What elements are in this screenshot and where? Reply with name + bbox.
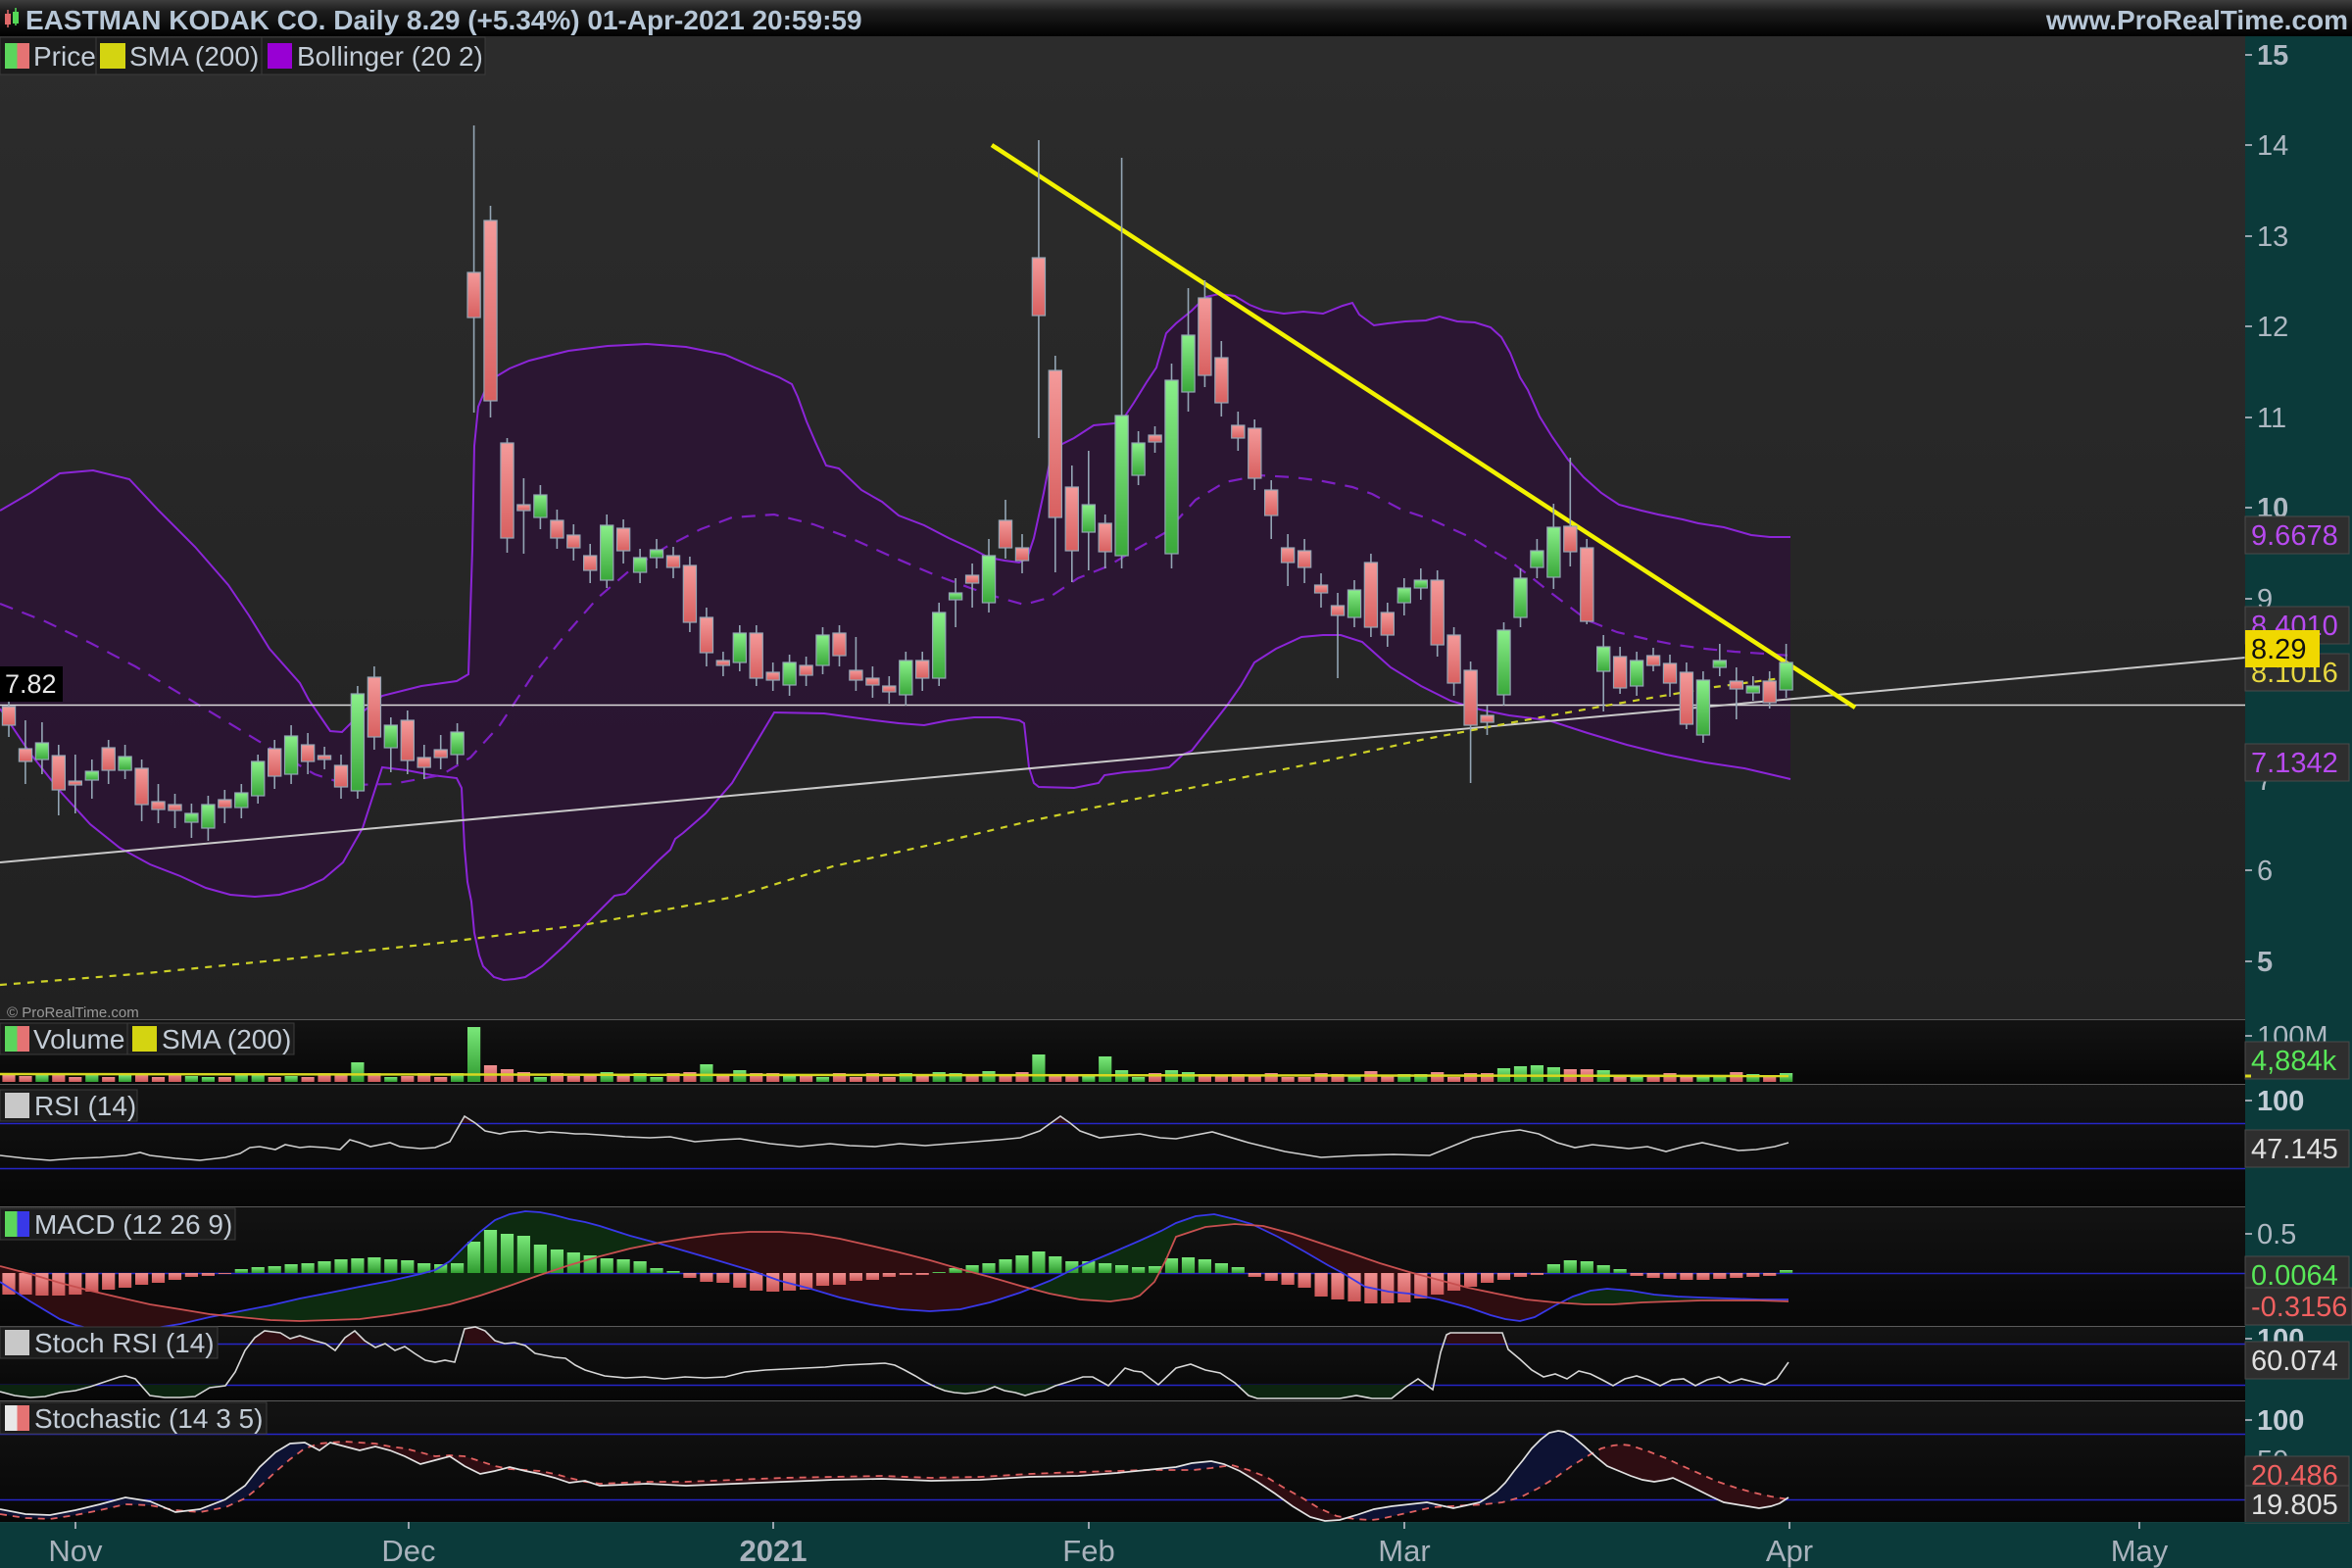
svg-text:May: May <box>2111 1534 2169 1568</box>
svg-text:7.1342: 7.1342 <box>2251 748 2338 779</box>
svg-text:14: 14 <box>2257 130 2288 162</box>
svg-text:19.805: 19.805 <box>2251 1490 2338 1521</box>
svg-text:Apr: Apr <box>1766 1534 1813 1568</box>
svg-text:Stochastic (14 3 5): Stochastic (14 3 5) <box>34 1403 263 1434</box>
svg-text:100: 100 <box>2257 1086 2304 1117</box>
svg-text:Nov: Nov <box>48 1534 103 1568</box>
svg-text:© ProRealTime.com: © ProRealTime.com <box>7 1004 139 1021</box>
svg-text:Dec: Dec <box>381 1534 435 1568</box>
svg-text:2021: 2021 <box>740 1534 808 1568</box>
svg-text:www.ProRealTime.com: www.ProRealTime.com <box>2045 5 2348 35</box>
svg-text:SMA (200): SMA (200) <box>129 41 259 72</box>
svg-text:11: 11 <box>2257 403 2286 434</box>
svg-text:12: 12 <box>2257 312 2288 343</box>
svg-text:SMA (200): SMA (200) <box>162 1024 291 1054</box>
svg-text:MACD (12 26 9): MACD (12 26 9) <box>34 1209 232 1240</box>
svg-text:-0.3156: -0.3156 <box>2251 1292 2347 1323</box>
svg-text:Feb: Feb <box>1062 1534 1114 1568</box>
svg-text:13: 13 <box>2257 221 2288 253</box>
svg-text:60.074: 60.074 <box>2251 1346 2338 1377</box>
svg-text:100: 100 <box>2257 1405 2304 1437</box>
svg-text:Price: Price <box>33 41 96 72</box>
svg-text:Volume: Volume <box>33 1024 124 1054</box>
svg-text:Mar: Mar <box>1378 1534 1430 1568</box>
svg-text:0.0064: 0.0064 <box>2251 1260 2338 1292</box>
svg-text:RSI (14): RSI (14) <box>34 1091 136 1121</box>
svg-text:6: 6 <box>2257 856 2273 887</box>
svg-text:5: 5 <box>2257 947 2273 978</box>
svg-text:0.5: 0.5 <box>2257 1219 2296 1250</box>
svg-text:Bollinger (20 2): Bollinger (20 2) <box>297 41 483 72</box>
svg-text:15: 15 <box>2257 40 2288 72</box>
svg-text:9.6678: 9.6678 <box>2251 520 2338 552</box>
svg-text:4,884k: 4,884k <box>2251 1046 2337 1077</box>
svg-text:8.29: 8.29 <box>2251 634 2306 665</box>
svg-text:7.82: 7.82 <box>5 669 57 699</box>
svg-text:EASTMAN KODAK CO. Daily 8.29 (: EASTMAN KODAK CO. Daily 8.29 (+5.34%) 01… <box>25 5 862 35</box>
svg-text:Stoch RSI (14): Stoch RSI (14) <box>34 1328 215 1358</box>
svg-text:47.145: 47.145 <box>2251 1134 2338 1165</box>
